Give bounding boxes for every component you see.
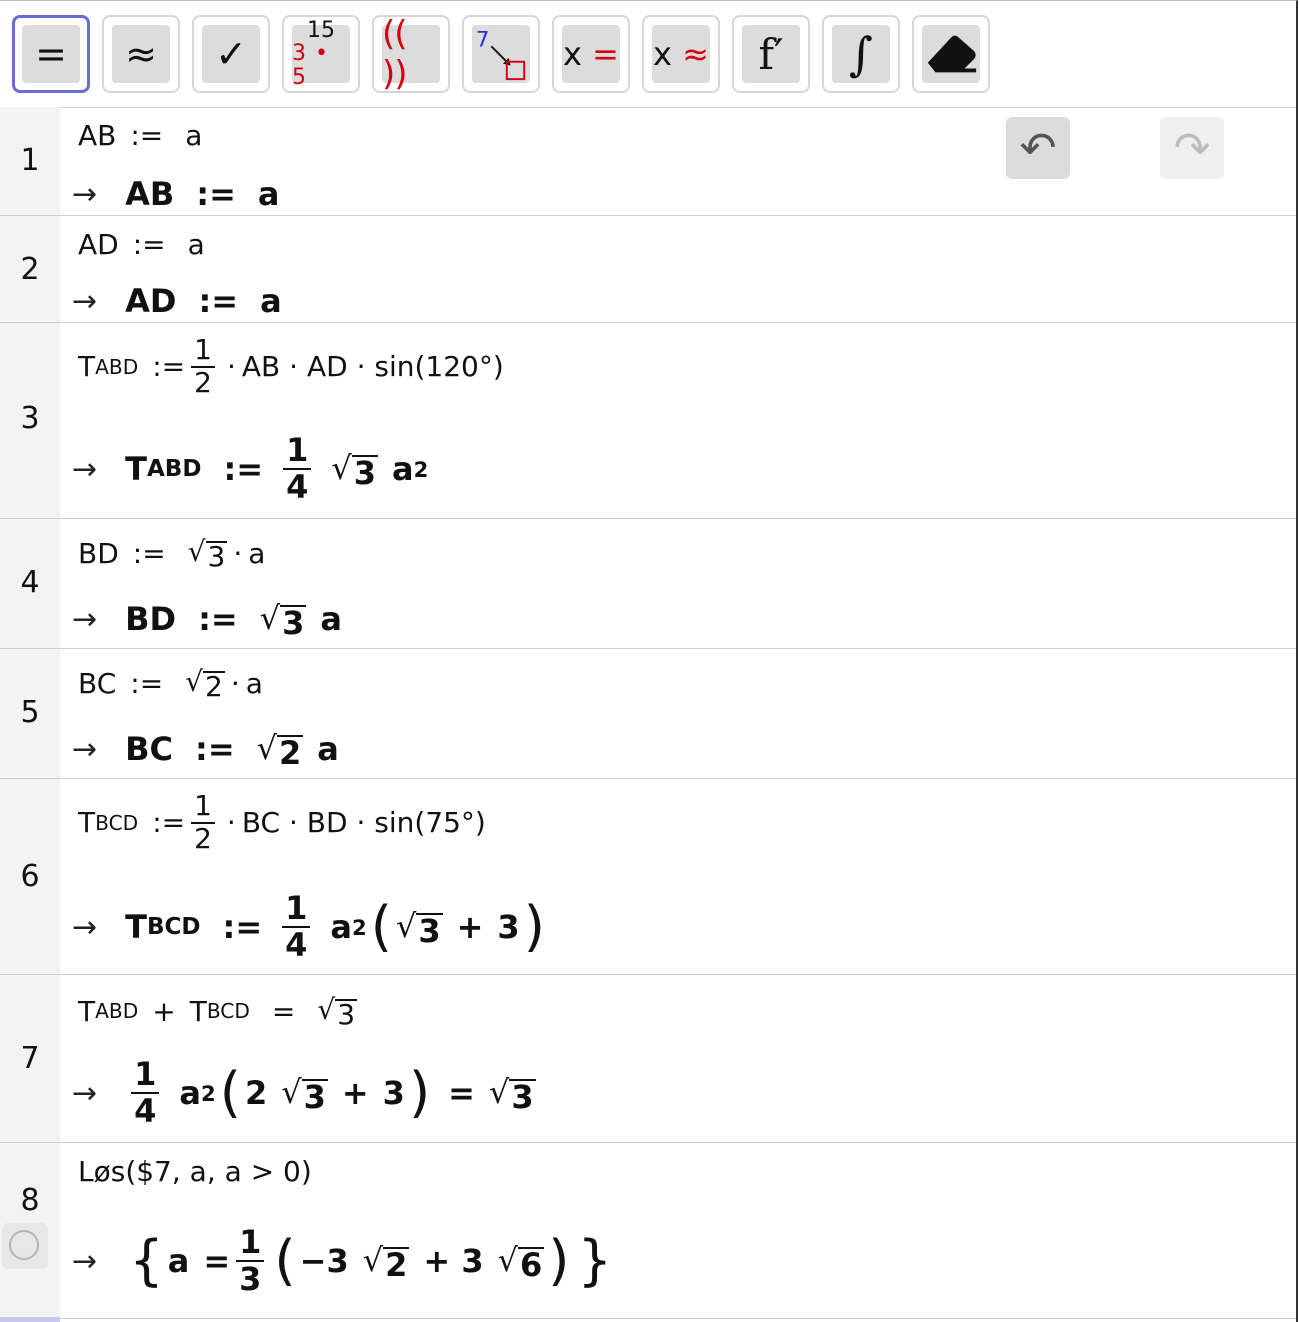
factor-button[interactable]: 15 3 • 5: [282, 15, 360, 93]
row-input[interactable]: T ABD:= 12 · AB · AD · sin(120°): [78, 334, 504, 399]
row-input[interactable]: BD:= √ 3 · a: [78, 535, 265, 571]
integral-button[interactable]: ∫: [822, 15, 900, 93]
row-marker-toggle[interactable]: [2, 1223, 48, 1269]
row-input[interactable]: BC:= √ 2 · a: [78, 665, 263, 701]
row-number: 8: [20, 1183, 40, 1218]
row-output: → BD:= √ 3 a: [72, 599, 342, 642]
arrow-icon: →: [72, 1243, 98, 1279]
row-input[interactable]: T BCD:= 12 · BC · BD · sin(75°): [78, 790, 486, 855]
row-number: 7: [20, 1041, 40, 1076]
cas-row-1[interactable]: 1 AB:= a → AB:= a: [0, 107, 1296, 216]
cas-row-8[interactable]: 8 Løs($7, a, a > 0) → { a = 13 ( −3 √ 2 + …: [0, 1143, 1296, 1319]
derivative-icon: f′: [758, 29, 784, 79]
cas-toolbar: = ≈ ✓ 15 3 • 5 (( )) 7 x = x ≈ f′ ∫: [0, 1, 1296, 108]
row-gutter-accent: [0, 1317, 60, 1322]
sqrt-icon: √ 3: [488, 1073, 536, 1117]
cas-view: = ≈ ✓ 15 3 • 5 (( )) 7 x = x ≈ f′ ∫ ↶ ↷ …: [0, 0, 1298, 1322]
arrow-icon: →: [72, 451, 98, 487]
row-output: → AD:= a: [72, 282, 282, 320]
arrow-icon: →: [72, 909, 98, 945]
eraser-icon: [927, 35, 977, 73]
row-number: 5: [20, 695, 40, 730]
substitute-button[interactable]: 7: [462, 15, 540, 93]
row-input[interactable]: T ABD + T BCD = √ 3: [78, 993, 358, 1031]
row-output: → BC:= √ 2 a: [72, 729, 339, 772]
check-icon: ✓: [215, 32, 247, 76]
expand-icon: (( )): [382, 14, 408, 94]
sqrt-icon: √ 3: [187, 535, 228, 573]
row-input[interactable]: AB:= a: [78, 119, 202, 152]
arrow-icon: →: [72, 731, 98, 767]
row-output: → 14 a2 ( 2 √ 3 +3 ) = √ 3: [72, 1055, 536, 1131]
solve-icon: x =: [563, 35, 619, 73]
svg-text:7: 7: [476, 27, 490, 52]
arrow-icon: →: [72, 601, 98, 637]
evaluate-button[interactable]: =: [12, 15, 90, 93]
sqrt-icon: √ 3: [317, 993, 358, 1031]
row-number: 4: [20, 565, 40, 600]
arrow-icon: →: [72, 1075, 98, 1111]
approx-icon: ≈: [125, 32, 157, 76]
row-number: 1: [20, 143, 40, 178]
cas-row-7[interactable]: 7 T ABD + T BCD = √ 3 → 14 a2 ( 2 √ 3 +3 ) = √…: [0, 975, 1296, 1143]
circle-icon: [9, 1230, 39, 1260]
row-number: 6: [20, 859, 40, 894]
sqrt-icon: √ 2: [185, 665, 225, 703]
equals-icon: =: [35, 32, 67, 76]
cas-row-3[interactable]: 3 T ABD:= 12 · AB · AD · sin(120°) → T ABD:…: [0, 323, 1296, 519]
numeric-button[interactable]: ≈: [102, 15, 180, 93]
cas-row-6[interactable]: 6 T BCD:= 12 · BC · BD · sin(75°) → T BCD:=…: [0, 779, 1296, 975]
factor-icon: 15 3 • 5: [292, 18, 335, 90]
integral-icon: ∫: [849, 27, 873, 81]
expand-button[interactable]: (( )): [372, 14, 450, 94]
cas-row-2[interactable]: 2 AD:= a → AD:= a: [0, 216, 1296, 323]
derivative-button[interactable]: f′: [732, 15, 810, 93]
arrow-icon: →: [72, 176, 98, 212]
row-number: 2: [20, 252, 40, 287]
row-output: → T ABD:= 14 √ 3 a2: [72, 431, 429, 507]
solve-button[interactable]: x =: [552, 15, 630, 93]
row-output: → AB:= a: [72, 175, 280, 213]
delete-button[interactable]: [912, 15, 990, 93]
row-output: → T BCD:= 14 a2 ( √ 3 +3 ): [72, 889, 545, 965]
sqrt-icon: √ 6: [497, 1241, 545, 1285]
nsolve-icon: x ≈: [653, 35, 709, 73]
sqrt-icon: √ 3: [395, 907, 443, 951]
cas-row-5[interactable]: 5 BC:= √ 2 · a → BC:= √ 2 a: [0, 649, 1296, 779]
row-input[interactable]: AD:= a: [78, 228, 205, 261]
sqrt-icon: √ 2: [362, 1241, 410, 1285]
sqrt-icon: √ 2: [256, 729, 304, 772]
row-output: → { a = 13 ( −3 √ 2 + 3 √ 6 ) }: [72, 1223, 613, 1299]
row-input[interactable]: Løs($7, a, a > 0): [78, 1155, 312, 1188]
nsolve-button[interactable]: x ≈: [642, 15, 720, 93]
sqrt-icon: √ 3: [331, 449, 378, 493]
arrow-icon: →: [72, 283, 98, 319]
row-number: 3: [20, 401, 40, 436]
cas-row-4[interactable]: 4 BD:= √ 3 · a → BD:= √ 3 a: [0, 519, 1296, 649]
keep-input-button[interactable]: ✓: [192, 15, 270, 93]
sqrt-icon: √ 3: [281, 1073, 328, 1117]
sqrt-icon: √ 3: [259, 599, 307, 642]
substitute-icon: 7: [476, 27, 526, 81]
